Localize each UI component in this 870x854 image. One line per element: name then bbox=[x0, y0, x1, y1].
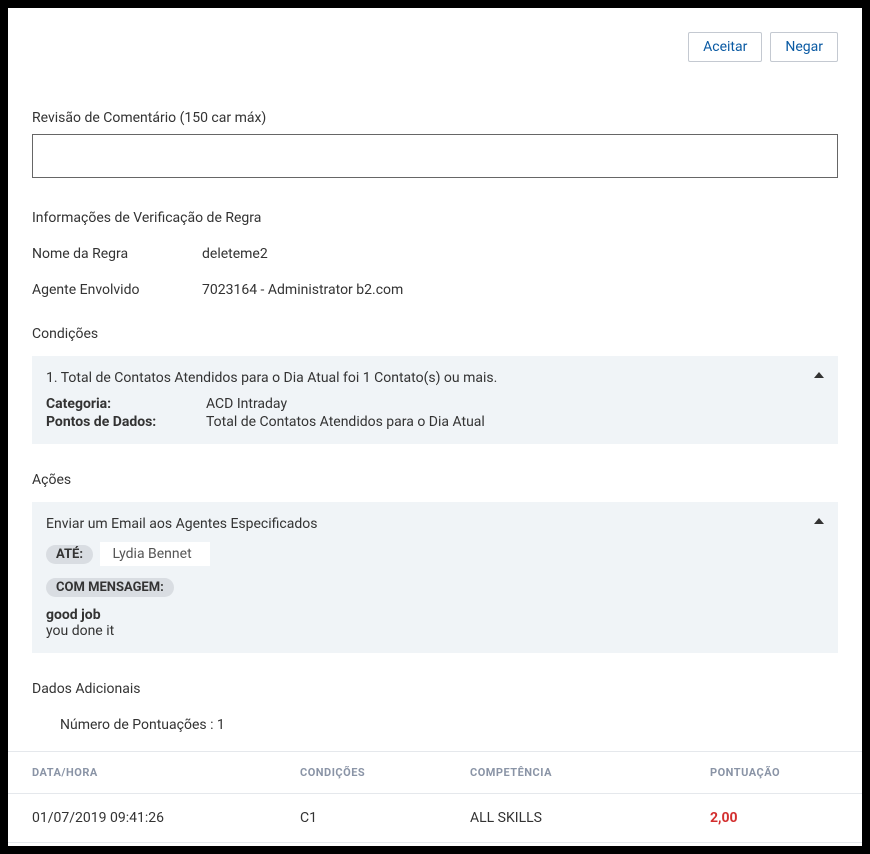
recipient-row: ATÉ: Lydia Bennet bbox=[46, 542, 824, 570]
agent-value: 7023164 - Administrator b2.com bbox=[202, 282, 403, 298]
category-value: ACD Intraday bbox=[206, 396, 287, 412]
cell-datetime: 01/07/2019 09:41:26 bbox=[8, 793, 288, 842]
additional-heading: Dados Adicionais bbox=[32, 681, 838, 697]
datapoints-row: Pontos de Dados: Total de Contatos Atend… bbox=[46, 414, 824, 430]
action-title: Enviar um Email aos Agentes Especificado… bbox=[46, 516, 824, 532]
collapse-icon[interactable] bbox=[814, 518, 824, 524]
table-header-row: DATA/HORA CONDIÇÕES COMPETÊNCIA PONTUAÇÃ… bbox=[8, 751, 862, 793]
agent-row: Agente Envolvido 7023164 - Administrator… bbox=[32, 282, 838, 298]
message-line-2: you done it bbox=[46, 623, 824, 639]
conditions-heading: Condições bbox=[32, 326, 838, 342]
rule-name-value: deleteme2 bbox=[202, 246, 268, 262]
score-count: Número de Pontuações : 1 bbox=[60, 717, 838, 733]
header-score: PONTUAÇÃO bbox=[698, 751, 862, 793]
header-conditions: CONDIÇÕES bbox=[288, 751, 458, 793]
agent-label: Agente Envolvido bbox=[32, 282, 202, 298]
recipient-value: Lydia Bennet bbox=[100, 542, 209, 566]
header-action-bar: Aceitar Negar bbox=[32, 32, 838, 62]
accept-button[interactable]: Aceitar bbox=[688, 32, 762, 62]
condition-title: 1. Total de Contatos Atendidos para o Di… bbox=[46, 370, 824, 386]
message-row: COM MENSAGEM: bbox=[46, 578, 824, 603]
conditions-panel: 1. Total de Contatos Atendidos para o Di… bbox=[32, 356, 838, 444]
rule-review-page: Aceitar Negar Revisão de Comentário (150… bbox=[8, 8, 862, 846]
category-label: Categoria: bbox=[46, 396, 206, 412]
category-row: Categoria: ACD Intraday bbox=[46, 396, 824, 412]
actions-heading: Ações bbox=[32, 472, 838, 488]
rule-name-row: Nome da Regra deleteme2 bbox=[32, 246, 838, 262]
header-datetime: DATA/HORA bbox=[8, 751, 288, 793]
comment-textarea[interactable] bbox=[32, 134, 838, 178]
collapse-icon[interactable] bbox=[814, 372, 824, 378]
header-skill: COMPETÊNCIA bbox=[458, 751, 698, 793]
comment-label: Revisão de Comentário (150 car máx) bbox=[32, 110, 838, 126]
datapoints-value: Total de Contatos Atendidos para o Dia A… bbox=[206, 414, 485, 430]
rule-name-label: Nome da Regra bbox=[32, 246, 202, 262]
deny-button[interactable]: Negar bbox=[770, 32, 838, 62]
cell-skill: ALL SKILLS bbox=[458, 793, 698, 842]
rule-info-heading: Informações de Verificação de Regra bbox=[32, 210, 838, 226]
datapoints-label: Pontos de Dados: bbox=[46, 414, 206, 430]
to-label: ATÉ: bbox=[46, 545, 93, 564]
cell-score: 2,00 bbox=[698, 793, 862, 842]
actions-panel: Enviar um Email aos Agentes Especificado… bbox=[32, 502, 838, 653]
scores-table-wrap: DATA/HORA CONDIÇÕES COMPETÊNCIA PONTUAÇÃ… bbox=[8, 751, 862, 843]
with-message-label: COM MENSAGEM: bbox=[46, 578, 174, 597]
scores-table: DATA/HORA CONDIÇÕES COMPETÊNCIA PONTUAÇÃ… bbox=[8, 751, 862, 843]
table-row: 01/07/2019 09:41:26 C1 ALL SKILLS 2,00 bbox=[8, 793, 862, 842]
message-line-1: good job bbox=[46, 607, 824, 623]
cell-conditions: C1 bbox=[288, 793, 458, 842]
